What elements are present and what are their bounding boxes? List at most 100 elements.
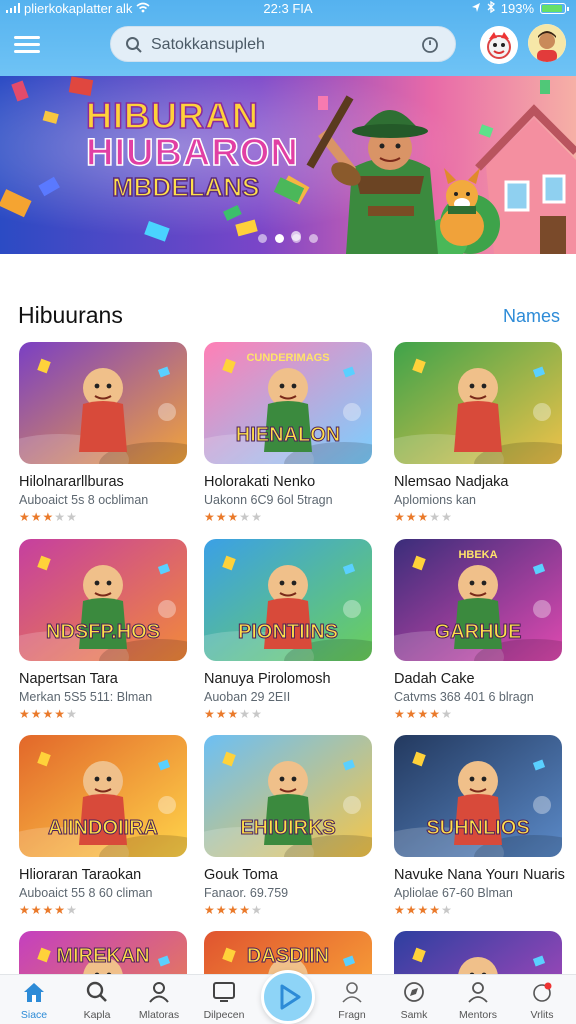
game-subtitle: Uakonn 6C9 6ol 5tragn (204, 493, 333, 507)
game-thumbnail[interactable]: CUNDERIMAGS HIENALON (204, 342, 372, 464)
star-icon: ★ (204, 707, 216, 721)
star-icon: ★ (394, 707, 406, 721)
game-title[interactable]: Dadah Cake (394, 671, 562, 687)
thumbnail-title: MIREKAN (56, 945, 150, 968)
search-icon (125, 36, 143, 59)
carousel-dot[interactable] (309, 234, 318, 243)
game-title[interactable]: Hilolnararllburas (19, 474, 187, 490)
thumbnail-title: EHIUIRKS (240, 817, 337, 840)
thumbnail-title: HIENALON (235, 424, 341, 447)
game-card[interactable]: PIONTIINS Nanuya Pirolomosh Auoban 29 2EII… (204, 539, 372, 721)
profile-avatar[interactable] (528, 24, 566, 62)
nav-item-kapla[interactable]: Kapla (65, 981, 129, 1021)
game-subtitle: Merkan 5S5 511: Blman (19, 690, 153, 704)
star-icon: ★ (30, 510, 43, 524)
game-title[interactable]: Holorakati Nenko (204, 474, 372, 490)
star-icon: ★ (66, 903, 78, 917)
game-title[interactable]: Napertsan Tara (19, 671, 187, 687)
carousel-dot[interactable] (258, 234, 267, 243)
star-icon: ★ (239, 510, 252, 524)
thumbnail-caption: CUNDERIMAGS (246, 352, 330, 364)
star-icon: ★ (405, 707, 418, 721)
nav-item-vrlits[interactable]: Vrlits (510, 981, 574, 1021)
star-icon: ★ (54, 510, 67, 524)
game-card[interactable]: AIINDOIIRA Hlioraran Taraokan Auboaict 55 … (19, 735, 187, 917)
game-thumbnail[interactable]: PIONTIINS (204, 539, 372, 661)
game-title[interactable]: Nlemsao Nadjaka (394, 474, 562, 490)
nav-label: Fragn (338, 1009, 366, 1021)
timer-icon[interactable] (421, 36, 439, 59)
nav-item-mentors[interactable]: Mentors (446, 981, 510, 1021)
notification-icon (530, 982, 554, 1006)
star-icon: ★ (42, 707, 55, 721)
mascot-avatar[interactable] (480, 26, 518, 64)
carousel-indicator[interactable] (0, 234, 576, 243)
star-icon: ★ (215, 903, 228, 917)
game-thumbnail[interactable]: AIINDOIIRA (19, 735, 187, 857)
nav-label: Mlatoras (138, 1009, 180, 1021)
game-card[interactable]: CUNDERIMAGS HIENALON Holorakati Nenko Uakon… (204, 342, 372, 524)
search-bar[interactable] (110, 26, 456, 62)
star-icon: ★ (54, 903, 67, 917)
game-title[interactable]: Navuke Nana Yourı Nuaris (394, 867, 565, 883)
screen-icon (212, 982, 236, 1006)
game-thumbnail[interactable] (394, 342, 562, 464)
nav-item-fragn[interactable]: Fragn (320, 981, 384, 1021)
nav-label: Siace (20, 1009, 48, 1021)
star-icon: ★ (417, 707, 430, 721)
banner-title-line3: MBDELANS (111, 172, 260, 202)
game-subtitle: Apliolae 67-60 Blman (394, 886, 513, 900)
banner-title-line2: HIUBARON (85, 132, 299, 174)
star-icon: ★ (441, 903, 453, 917)
game-card[interactable]: Nlemsao Nadjaka Aplomions kan ★★★★★ (394, 342, 562, 524)
game-title[interactable]: Gouk Toma (204, 867, 372, 883)
game-card[interactable]: SUHNLIOS Navuke Nana Yourı Nuaris Apliolae… (394, 735, 565, 917)
carousel-dot[interactable] (292, 234, 301, 243)
play-button[interactable] (261, 970, 315, 1024)
game-subtitle: Auboaict 5s 8 ocbliman (19, 493, 149, 507)
game-card[interactable]: NDSFP.HOS Napertsan Tara Merkan 5S5 511: B… (19, 539, 187, 721)
battery-percent: 193% (500, 1, 534, 16)
see-all-link[interactable]: Names (503, 306, 560, 327)
game-thumbnail[interactable]: NDSFP.HOS (19, 539, 187, 661)
thumbnail-title: GARHUE (434, 621, 522, 644)
rating-stars: ★★★★★ (19, 510, 187, 524)
star-icon: ★ (19, 510, 31, 524)
nav-item-siace[interactable]: Siace (2, 981, 66, 1021)
nav-item-samk[interactable]: Samk (382, 981, 446, 1021)
game-title[interactable]: Nanuya Pirolomosh (204, 671, 372, 687)
game-card[interactable]: Hilolnararllburas Auboaict 5s 8 ocbliman ★… (19, 342, 187, 524)
nav-label: Dilpecen (203, 1009, 245, 1021)
game-subtitle: Auboaict 55 8 60 climan (19, 886, 153, 900)
thumbnail-caption: HBEKA (458, 549, 498, 561)
star-icon: ★ (54, 707, 67, 721)
carousel-dot[interactable] (275, 234, 284, 243)
game-thumbnail[interactable]: HBEKA GARHUE (394, 539, 562, 661)
game-thumbnail[interactable] (19, 342, 187, 464)
nav-item-mlatoras[interactable]: Mlatoras (127, 981, 191, 1021)
star-icon: ★ (251, 903, 263, 917)
search-input[interactable] (151, 34, 411, 56)
game-card[interactable]: EHIUIRKS Gouk Toma Fanaor. 69.759 ★★★★★ (204, 735, 372, 917)
game-title[interactable]: Hlioraran Taraokan (19, 867, 187, 883)
rating-stars: ★★★★★ (394, 510, 562, 524)
star-icon: ★ (239, 707, 252, 721)
star-icon: ★ (239, 903, 252, 917)
thumbnail-title: AIINDOIIRA (48, 817, 159, 840)
nav-label: Samk (400, 1009, 428, 1021)
nav-label: Vrlits (530, 1009, 554, 1021)
game-card[interactable]: HBEKA GARHUE Dadah Cake Catvms 368 401 6 bl… (394, 539, 562, 721)
star-icon: ★ (429, 707, 442, 721)
nav-item-dilpecen[interactable]: Dilpecen (192, 981, 256, 1021)
star-icon: ★ (30, 707, 43, 721)
game-thumbnail[interactable]: SUHNLIOS (394, 735, 562, 857)
app-header: plierkokaplatter alk 22:3 FIA 193% (0, 0, 576, 76)
status-bar: plierkokaplatter alk 22:3 FIA 193% (0, 0, 576, 18)
thumbnail-title: SUHNLIOS (426, 817, 530, 840)
star-icon: ★ (227, 510, 240, 524)
hero-banner[interactable]: HIBURAN HIUBARON MBDELANS (0, 76, 576, 254)
star-icon: ★ (215, 510, 228, 524)
game-subtitle: Auoban 29 2EII (204, 690, 291, 704)
game-thumbnail[interactable]: EHIUIRKS (204, 735, 372, 857)
menu-button[interactable] (14, 33, 42, 55)
